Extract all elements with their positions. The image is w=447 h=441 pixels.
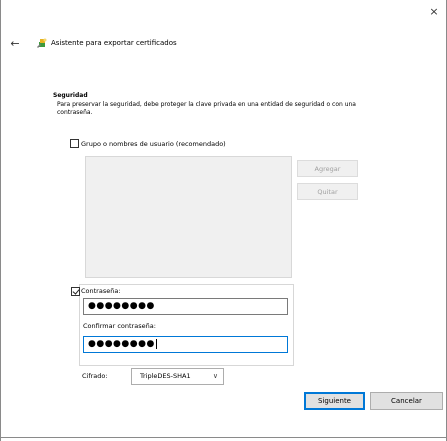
password-checkbox[interactable]	[71, 287, 80, 296]
text-caret	[155, 338, 157, 349]
add-button[interactable]: Agregar	[297, 160, 358, 177]
close-icon[interactable]: ×	[422, 0, 446, 22]
section-description: Para preservar la seguridad, debe proteg…	[57, 101, 356, 116]
remove-button[interactable]: Quitar	[297, 183, 358, 200]
encryption-label: Cifrado:	[82, 372, 108, 380]
group-checkbox-label: Grupo o nombres de usuario (recomendado)	[81, 140, 226, 148]
confirm-password-field[interactable]: ●●●●●●●●	[83, 336, 288, 353]
wizard-title: Asistente para exportar certificados	[51, 39, 177, 47]
cancel-button[interactable]: Cancelar	[370, 392, 443, 410]
password-field[interactable]: ●●●●●●●●	[83, 298, 288, 315]
password-checkbox-label: Contraseña:	[81, 287, 121, 295]
certificate-wizard-icon	[37, 38, 47, 48]
window-bottom-border	[1, 437, 447, 438]
group-user-list[interactable]	[85, 156, 292, 278]
group-checkbox[interactable]	[70, 139, 79, 148]
encryption-select[interactable]: TripleDES-SHA1 ∨	[131, 368, 224, 385]
export-wizard-window: × ← Asistente para exportar certificados…	[0, 0, 447, 441]
section-heading: Seguridad	[53, 92, 88, 99]
back-arrow-icon[interactable]: ←	[8, 36, 22, 50]
confirm-password-label: Confirmar contraseña:	[83, 322, 156, 330]
encryption-selected-value: TripleDES-SHA1	[140, 372, 191, 380]
chevron-down-icon: ∨	[212, 372, 218, 380]
confirm-password-value: ●●●●●●●●	[88, 339, 155, 349]
next-button[interactable]: Siguiente	[304, 392, 365, 410]
